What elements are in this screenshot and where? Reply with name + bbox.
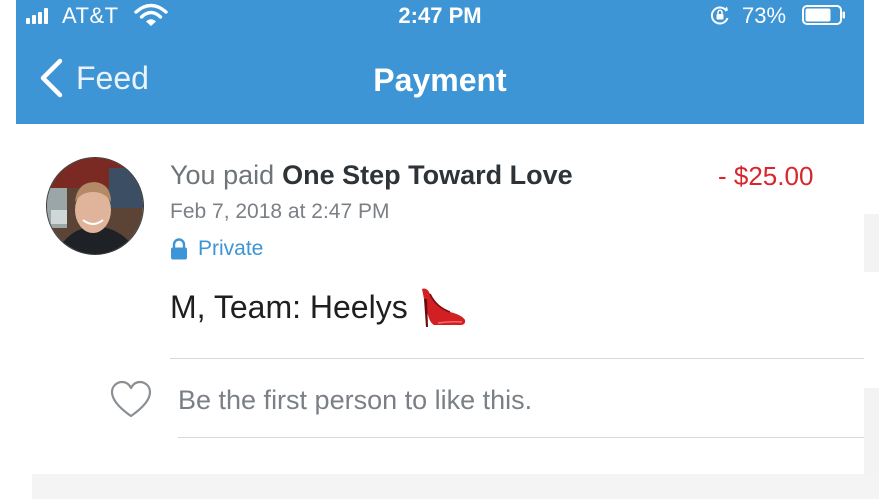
navigation-bar: Feed Payment [16,32,864,124]
status-time: 2:47 PM [398,3,482,28]
privacy-indicator[interactable]: Private [170,236,263,262]
avatar-photo [47,158,143,254]
like-prompt: Be the first person to like this. [178,385,533,415]
payment-screen: AT&T 2:47 PM 73% Feed Payment You paid O… [0,0,879,499]
status-bar: AT&T 2:47 PM 73% [16,0,864,32]
bottom-band [32,474,879,499]
payment-date: Feb 7, 2018 at 2:47 PM [170,200,390,223]
privacy-label: Private [198,237,264,260]
battery-percent: 73% [742,3,787,28]
payment-prefix: You paid [170,160,275,190]
recipient-name[interactable]: One Step Toward Love [282,160,573,190]
edge-strip [864,388,879,474]
top-bar: AT&T 2:47 PM 73% Feed Payment [16,0,864,124]
payment-summary: You paid One Step Toward Love [170,160,573,191]
payment-note: M, Team: Heelys [170,285,468,329]
payment-note-text: M, Team: Heelys [170,288,408,325]
high-heel-icon [421,288,465,327]
rotation-lock-icon [710,6,729,25]
battery-icon [802,5,845,25]
divider [178,437,864,438]
heart-icon[interactable] [110,380,152,420]
edge-strip [864,124,879,214]
payment-amount: - $25.00 [718,161,814,191]
divider [170,358,864,359]
edge-strip [864,214,879,272]
avatar[interactable] [46,157,144,255]
lock-icon [171,238,187,260]
page-title: Payment [373,62,507,98]
